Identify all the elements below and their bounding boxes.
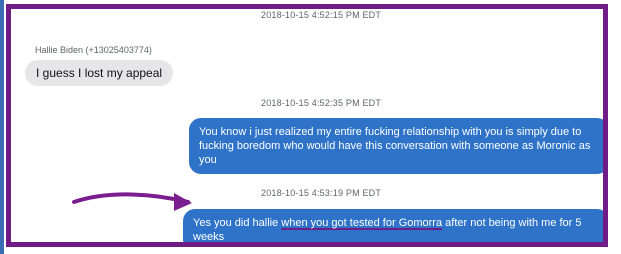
right-arrow-icon [72, 192, 192, 211]
message-timestamp: 2018-10-15 4:52:15 PM EDT [261, 10, 382, 20]
message-timestamp: 2018-10-15 4:53:19 PM EDT [261, 188, 382, 198]
outgoing-message-bubble: You know i just realized my entire fucki… [189, 118, 603, 174]
screenshot-stage: 2018-10-15 4:52:15 PM EDT Hallie Biden (… [0, 0, 621, 254]
edge-strip [0, 0, 4, 254]
incoming-message-bubble: I guess I lost my appeal [25, 60, 174, 86]
sender-label: Hallie Biden (+13025403774) [35, 45, 152, 55]
outgoing-message-bubble: Yes you did hallie when you got tested f… [183, 209, 603, 242]
message-timestamp: 2018-10-15 4:52:35 PM EDT [261, 98, 382, 108]
highlighted-message-text: when you got tested for Gomorra [281, 217, 443, 229]
message-text-start: Yes you did hallie [193, 217, 282, 229]
